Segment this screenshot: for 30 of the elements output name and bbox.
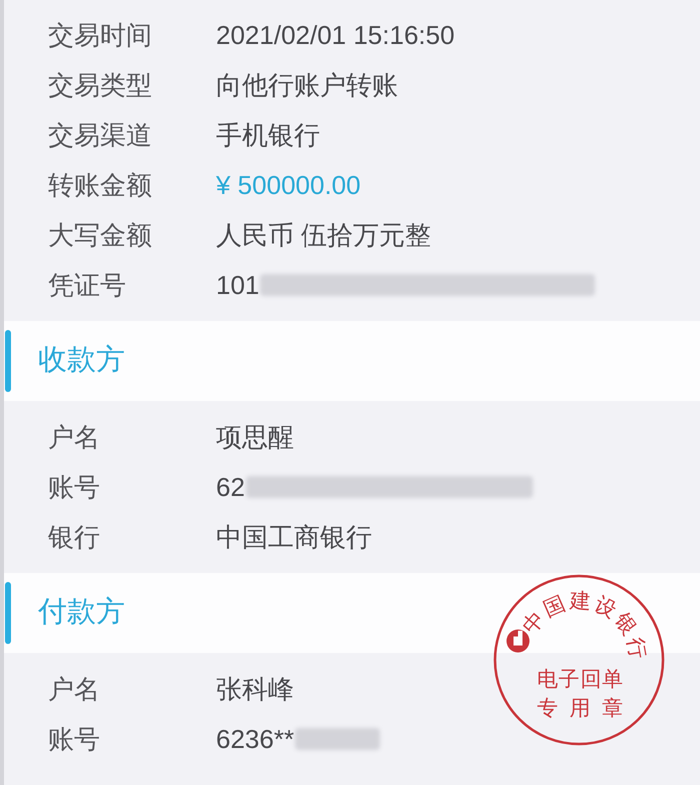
field-value: 人民币 伍拾万元整: [216, 219, 432, 252]
section-accent-bar: [5, 582, 11, 644]
field-value: 项思醒: [216, 421, 294, 454]
field-label: 转账金额: [48, 169, 153, 202]
field-label: 账号: [48, 723, 101, 756]
section-title: 付款方: [38, 595, 125, 630]
field-value: ¥ 500000.00: [216, 169, 361, 202]
field-label: 账号: [48, 471, 101, 504]
field-label: 户名: [48, 421, 101, 454]
field-label: 交易类型: [48, 69, 153, 102]
field-value: 手机银行: [216, 119, 320, 152]
field-label: 凭证号: [48, 269, 127, 302]
field-value: 向他行账户转账: [216, 69, 398, 102]
field-label: 交易渠道: [48, 119, 153, 152]
field-label: 户名: [48, 673, 101, 706]
field-value: 101: [216, 269, 260, 302]
stamp-text: 电子回单: [537, 668, 623, 691]
field-label: 银行: [48, 521, 101, 554]
ring-logo-icon: [506, 630, 530, 652]
field-value: 中国工商银行: [216, 521, 372, 554]
section-title: 收款方: [38, 343, 125, 378]
field-value: 62: [216, 471, 245, 504]
field-value: 2021/02/01 15:16:50: [216, 19, 455, 52]
section-accent-bar: [5, 330, 11, 392]
field-value: 张科峰: [216, 673, 294, 706]
field-value: 6236**: [216, 723, 294, 756]
field-label: 交易时间: [48, 19, 153, 52]
stamp-bank-name: 中国建设银行: [518, 590, 650, 663]
field-label: 大写金额: [48, 219, 153, 252]
stamp-text: 专用章: [537, 697, 623, 720]
